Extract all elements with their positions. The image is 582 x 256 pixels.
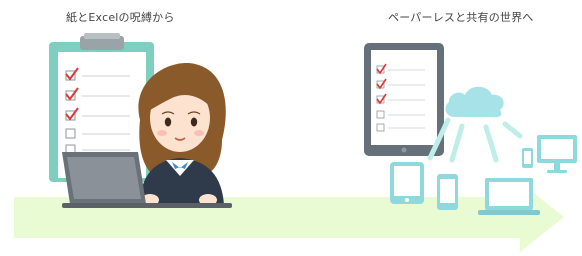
- laptop-icon: [478, 178, 540, 215]
- illustration: [14, 33, 577, 252]
- office-worker-illustration: [138, 63, 226, 206]
- tablet-icon: [364, 43, 444, 156]
- tablet-small-icon: [390, 162, 424, 204]
- smartphone-small-icon: [522, 148, 533, 168]
- desktop-monitor-icon: [537, 135, 577, 173]
- smartphone-icon: [437, 174, 458, 210]
- cloud-icon: [445, 86, 504, 118]
